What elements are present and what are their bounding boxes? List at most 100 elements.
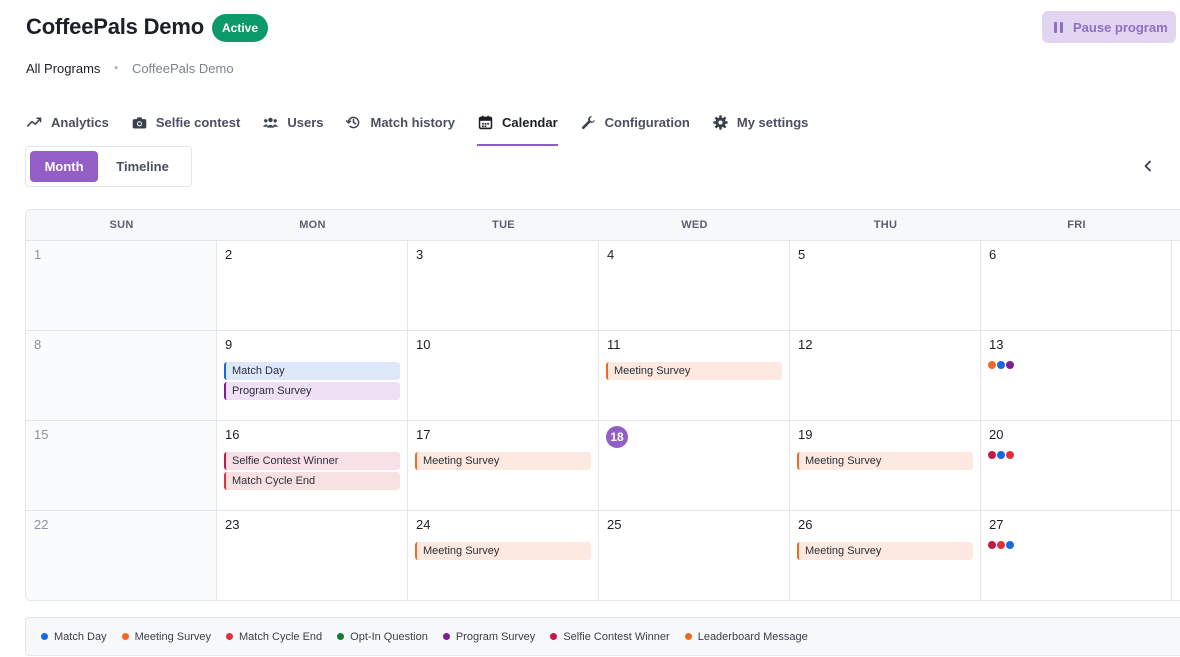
weekday-label: WED: [681, 219, 708, 231]
event-dots[interactable]: [988, 541, 1164, 549]
history-icon: [346, 116, 360, 129]
event-dot: [988, 361, 996, 369]
calendar-week-row: 8 9 Match Day Program Survey 10 11 Meeting Sur…: [26, 331, 1180, 421]
day-number: 27: [989, 517, 1004, 532]
calendar-day-cell[interactable]: 15: [26, 421, 217, 510]
trend-icon: [26, 117, 42, 127]
calendar-day-cell[interactable]: 22: [26, 511, 217, 600]
legend-item: Selfie Contest Winner: [550, 631, 670, 643]
tab-configuration[interactable]: Configuration: [580, 112, 690, 146]
calendar-event[interactable]: Match Day: [224, 362, 400, 380]
calendar-day-cell[interactable]: 12: [790, 331, 981, 420]
event-dot: [997, 541, 1005, 549]
status-badge: Active: [212, 14, 269, 42]
calendar-event[interactable]: Meeting Survey: [797, 452, 973, 470]
tab-users[interactable]: Users: [262, 112, 323, 146]
calendar-event[interactable]: Meeting Survey: [606, 362, 782, 380]
calendar-day-cell[interactable]: 27: [981, 511, 1172, 600]
calendar-event[interactable]: Program Survey: [224, 382, 400, 400]
day-number: 4: [607, 247, 615, 262]
tab-my-settings-label: My settings: [736, 115, 809, 130]
calendar-icon: [478, 115, 493, 130]
day-number: 15: [34, 427, 49, 442]
view-toggle: Month Timeline: [25, 146, 192, 187]
event-dot: [1006, 361, 1014, 369]
legend-label: Opt-In Question: [350, 630, 428, 643]
day-number: 6: [989, 247, 997, 262]
tab-match-history[interactable]: Match history: [345, 112, 455, 146]
legend-dot: [550, 633, 558, 640]
tab-my-settings[interactable]: My settings: [712, 112, 809, 146]
legend-label: Program Survey: [455, 630, 536, 643]
day-number: 20: [989, 427, 1004, 442]
day-number: 23: [225, 517, 240, 532]
tab-users-label: Users: [287, 115, 324, 130]
calendar-event[interactable]: Meeting Survey: [415, 452, 591, 470]
day-number: 22: [34, 517, 49, 532]
event-dots[interactable]: [988, 451, 1164, 459]
weekday-label: THU: [873, 219, 898, 231]
calendar-day-cell[interactable]: 13: [981, 331, 1172, 420]
calendar-day-cell[interactable]: 11 Meeting Survey: [599, 331, 790, 420]
calendar-day-cell[interactable]: 1: [26, 241, 217, 330]
calendar-day-cell[interactable]: 18: [599, 421, 790, 510]
day-number: 9: [225, 337, 233, 352]
pause-program-button[interactable]: Pause program: [1042, 11, 1176, 43]
calendar-day-cell[interactable]: 6: [981, 241, 1172, 330]
day-number: 17: [416, 427, 431, 442]
day-number: 26: [798, 517, 813, 532]
tab-calendar-label: Calendar: [502, 115, 558, 130]
weekday-header: SUN MON TUE WED THU FRI: [26, 210, 1180, 241]
month-view-button[interactable]: Month: [30, 151, 99, 182]
calendar-day-cell[interactable]: 2: [217, 241, 408, 330]
timeline-view-button[interactable]: Timeline: [98, 151, 187, 182]
calendar-event[interactable]: Selfie Contest Winner: [224, 452, 400, 470]
event-dots[interactable]: [988, 361, 1164, 369]
calendar-week-row: 15 16 Selfie Contest Winner Match Cycle End…: [26, 421, 1180, 511]
tab-bar: Analytics Selfie contest Users Match his…: [26, 112, 830, 146]
tab-selfie-contest[interactable]: Selfie contest: [131, 112, 241, 146]
day-number: 2: [225, 247, 233, 262]
day-number: 8: [34, 337, 42, 352]
day-number: 16: [225, 427, 240, 442]
calendar-day-cell[interactable]: 5: [790, 241, 981, 330]
calendar-day-cell[interactable]: 17 Meeting Survey: [408, 421, 599, 510]
breadcrumb-all-programs[interactable]: All Programs: [26, 61, 100, 76]
weekday-label: TUE: [492, 219, 515, 231]
breadcrumb-separator: •: [114, 63, 118, 74]
calendar-day-cell[interactable]: 24 Meeting Survey: [408, 511, 599, 600]
day-number: 13: [989, 337, 1004, 352]
month-calendar: SUN MON TUE WED THU FRI 1 2 3 4 5 6 8 9 Match Da…: [25, 209, 1180, 601]
chevron-left-icon[interactable]: [1140, 158, 1156, 174]
calendar-day-cell[interactable]: 26 Meeting Survey: [790, 511, 981, 600]
tab-analytics[interactable]: Analytics: [26, 112, 109, 146]
legend-dot: [442, 633, 450, 640]
calendar-day-cell[interactable]: 25: [599, 511, 790, 600]
calendar-grid: 1 2 3 4 5 6 8 9 Match Day Program Survey 10 11 Meeti…: [26, 241, 1180, 600]
pause-program-label: Pause program: [1073, 19, 1168, 35]
calendar-day-cell[interactable]: 3: [408, 241, 599, 330]
calendar-week-row: 1 2 3 4 5 6: [26, 241, 1180, 331]
calendar-day-cell[interactable]: 23: [217, 511, 408, 600]
wrench-icon: [581, 116, 595, 130]
calendar-day-cell[interactable]: 10: [408, 331, 599, 420]
calendar-day-cell[interactable]: 20: [981, 421, 1172, 510]
tab-selfie-contest-label: Selfie contest: [155, 115, 241, 130]
calendar-day-cell[interactable]: 9 Match Day Program Survey: [217, 331, 408, 420]
calendar-day-cell[interactable]: 4: [599, 241, 790, 330]
legend-dot: [41, 633, 48, 640]
page-title: CoffeePals Demo: [26, 14, 204, 39]
calendar-day-cell[interactable]: 16 Selfie Contest Winner Match Cycle End: [217, 421, 408, 510]
calendar-day-cell[interactable]: 19 Meeting Survey: [790, 421, 981, 510]
day-number: 24: [416, 517, 431, 532]
tab-configuration-label: Configuration: [604, 115, 690, 130]
legend-dot: [684, 633, 692, 640]
legend-item: Meeting Survey: [121, 631, 211, 643]
weekday-label: SUN: [109, 219, 134, 231]
calendar-day-cell[interactable]: 8: [26, 331, 217, 420]
calendar-event[interactable]: Meeting Survey: [797, 542, 973, 560]
event-legend: Match Day Meeting Survey Match Cycle End Op…: [25, 617, 1180, 656]
calendar-event[interactable]: Meeting Survey: [415, 542, 591, 560]
calendar-event[interactable]: Match Cycle End: [224, 472, 400, 490]
tab-calendar[interactable]: Calendar: [477, 112, 558, 146]
